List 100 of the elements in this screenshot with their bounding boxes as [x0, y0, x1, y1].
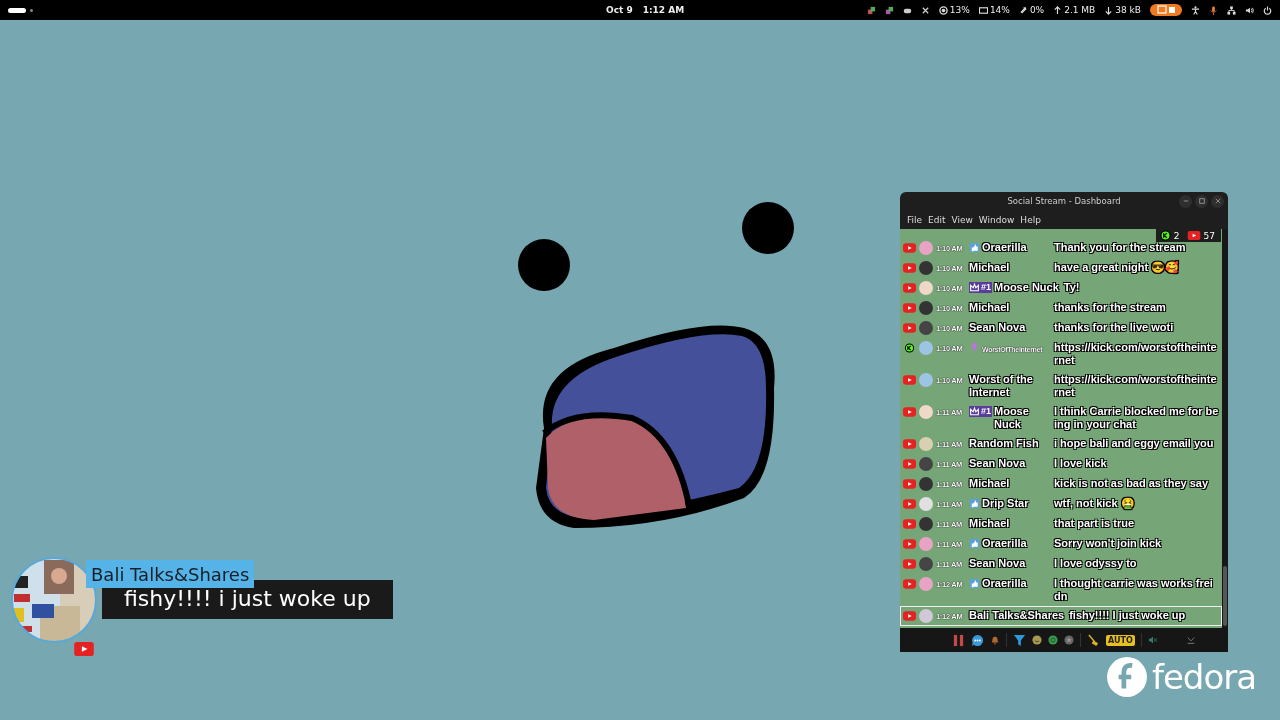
maximize-button[interactable]	[1195, 194, 1208, 208]
user-name: Michael	[969, 517, 1010, 530]
date-label[interactable]: Oct 9	[606, 5, 633, 15]
youtube-icon	[903, 499, 916, 509]
activities-indicator[interactable]	[8, 7, 26, 13]
microphone-icon[interactable]	[1209, 5, 1218, 15]
youtube-icon	[903, 263, 916, 273]
smiley-icon[interactable]	[1032, 635, 1042, 645]
extension-icon[interactable]	[866, 5, 876, 15]
menu-item[interactable]: File	[904, 212, 926, 227]
message-text: have a great night 😎🥰	[1053, 261, 1181, 274]
memory-icon	[978, 5, 988, 15]
broom-icon[interactable]	[1087, 633, 1100, 647]
user-name: Worst of the Internet	[969, 373, 1034, 399]
download-arrow-icon	[1104, 5, 1114, 15]
user-name: Michael	[969, 477, 1010, 490]
message-text: Thank you for the stream	[1053, 241, 1187, 254]
message-text: I love odyssy to	[1053, 557, 1138, 570]
window-title: Social Stream - Dashboard	[1007, 196, 1121, 206]
extension-icon[interactable]	[884, 5, 894, 15]
indicator-value: 38 kB	[1115, 5, 1141, 15]
chat-bubble-icon[interactable]	[971, 633, 984, 647]
swap-icon	[1018, 5, 1028, 15]
viewer-count: 2	[1173, 230, 1180, 241]
close-icon[interactable]	[1214, 198, 1221, 204]
rank-badge: #1	[980, 406, 992, 417]
minimize-button[interactable]	[1179, 194, 1192, 208]
thumbs-up-badge-icon	[969, 498, 980, 509]
kick-icon	[903, 343, 916, 353]
fedora-wordmark: fedora	[1151, 657, 1256, 697]
scrollbar-thumb[interactable]	[1223, 566, 1227, 626]
pause-icon[interactable]	[952, 633, 965, 647]
refresh-icon[interactable]	[1048, 635, 1058, 645]
microphone-badge-icon	[969, 342, 980, 353]
menu-item[interactable]: View	[948, 212, 976, 227]
workspace-dot[interactable]	[30, 8, 33, 12]
user-name: Sean Nova	[969, 321, 1026, 334]
bell-icon[interactable]	[990, 635, 1000, 645]
user-name: Moose Nuck	[994, 405, 1030, 431]
crown-icon	[969, 282, 980, 293]
user-name: Michael	[969, 301, 1010, 314]
maximize-icon[interactable]	[1198, 198, 1205, 204]
user-name: Oraerilla	[982, 537, 1027, 550]
user-name: Sean Nova	[969, 457, 1026, 470]
message-text: I think Carrie blocked me for being in your chat	[1053, 405, 1219, 431]
user-name: Drip Star	[982, 497, 1029, 510]
message-text: I thought carrie was works freidn	[1053, 577, 1214, 603]
youtube-icon	[903, 479, 916, 489]
menu-item[interactable]: Help	[1017, 212, 1044, 227]
thumbs-up-badge-icon	[969, 578, 980, 589]
power-icon[interactable]	[1263, 5, 1272, 15]
filter-icon[interactable]	[1013, 633, 1026, 647]
user-name: Bali Talks&Shares	[969, 609, 1065, 622]
viewer-count: 57	[1203, 230, 1215, 241]
rank-badge: #1	[980, 282, 992, 293]
muted-speaker-icon[interactable]	[1147, 635, 1158, 645]
cpu-icon	[938, 5, 948, 15]
user-name: Moose Nuck	[994, 281, 1059, 294]
clock-label[interactable]: 1:12 AM	[642, 5, 685, 15]
message-text: fishy!!!! I just woke up	[1068, 609, 1187, 622]
volume-icon[interactable]	[1245, 5, 1254, 15]
indicator-value: 0%	[1029, 5, 1045, 15]
accessibility-icon[interactable]	[1191, 5, 1200, 15]
message-text: https://kick.com/worstoftheinternet	[1053, 373, 1218, 399]
thumbs-up-badge-icon	[969, 242, 980, 253]
chevron-down-icon[interactable]	[1185, 635, 1196, 645]
close-button[interactable]	[1211, 194, 1224, 208]
youtube-icon	[903, 559, 916, 569]
youtube-icon	[903, 243, 916, 253]
youtube-icon	[903, 611, 916, 621]
auto-button[interactable]: AUTO	[1106, 634, 1135, 646]
crown-icon	[969, 406, 980, 417]
message-text: kick is not as bad as they say	[1053, 477, 1210, 490]
message-text: Ty!	[1062, 281, 1081, 294]
menu-item[interactable]: Edit	[925, 212, 949, 227]
expand-icon[interactable]	[920, 5, 930, 15]
screencast-indicator[interactable]	[1150, 4, 1182, 16]
message-text: wtf, not kick 🤮	[1053, 497, 1136, 510]
kick-icon	[1159, 230, 1171, 241]
youtube-icon	[74, 642, 94, 656]
youtube-icon	[903, 283, 916, 293]
user-name: Random Fish	[969, 437, 1039, 450]
indicator-value: 13%	[949, 5, 970, 15]
message-text: thanks for the live woti	[1053, 321, 1175, 334]
menu-item[interactable]: Window	[975, 212, 1018, 227]
youtube-icon	[903, 375, 916, 385]
message-text: https://kick.com/worstoftheinternet	[1053, 341, 1218, 367]
indicator-value: 14%	[989, 5, 1010, 15]
user-name: Oraerilla	[982, 577, 1027, 590]
user-name: Oraerilla	[982, 241, 1027, 254]
star-icon[interactable]	[1064, 635, 1074, 645]
message-text: I love kick	[1053, 457, 1108, 470]
message-text: thanks for the stream	[1053, 301, 1167, 314]
youtube-icon	[903, 579, 916, 589]
youtube-icon	[903, 323, 916, 333]
network-icon[interactable]	[1227, 5, 1236, 15]
indicator-value: 2.1 MB	[1064, 5, 1096, 15]
youtube-icon	[903, 439, 916, 449]
message-text: i hope bali and eggy email you	[1053, 437, 1215, 450]
youtube-icon	[903, 459, 916, 469]
